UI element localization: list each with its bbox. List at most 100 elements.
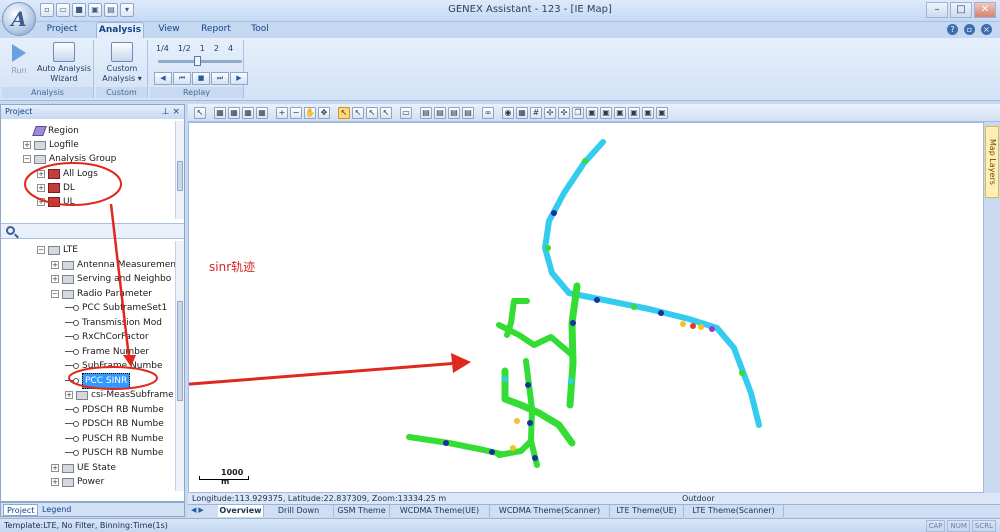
new-icon[interactable]: ▫	[40, 3, 54, 17]
custom-analysis-button[interactable]: Custom Analysis ▾	[100, 42, 144, 84]
zoom-out-icon[interactable]: −	[290, 107, 302, 119]
layer-icon[interactable]: ▤	[420, 107, 432, 119]
binoculars-icon[interactable]: ∞	[482, 107, 494, 119]
globe-icon[interactable]: ◉	[502, 107, 514, 119]
step-back-button[interactable]: ◀	[154, 72, 172, 85]
annotation-arrow	[189, 353, 471, 386]
full-extent-icon[interactable]: ✥	[318, 107, 330, 119]
scale-bar-graphic	[199, 476, 249, 480]
select-icon[interactable]: ↖	[366, 107, 378, 119]
map-tool-icon[interactable]: ▦	[242, 107, 254, 119]
select-icon[interactable]: ↖	[352, 107, 364, 119]
step-forward-button[interactable]: ▶	[230, 72, 248, 85]
tab-lte-theme-ue[interactable]: LTE Theme(UE)	[610, 505, 684, 517]
help-icon[interactable]: ?	[947, 24, 958, 35]
tab-project-panel[interactable]: Project	[3, 504, 39, 516]
save-as-icon[interactable]: ▣	[88, 3, 102, 17]
open-icon[interactable]: ▭	[56, 3, 70, 17]
tree-item-power[interactable]: + Power	[51, 475, 104, 489]
pointer-icon[interactable]: ↖	[194, 107, 206, 119]
layer-icon[interactable]: ▤	[448, 107, 460, 119]
tab-project[interactable]: Project	[40, 22, 84, 38]
select-icon[interactable]: ↖	[338, 107, 350, 119]
map-canvas[interactable]: sinr轨迹 1000 m	[188, 122, 984, 493]
replay-speed-slider-thumb[interactable]	[194, 56, 201, 66]
ribbon: Run Auto Analysis Wizard Analysis Custom…	[0, 38, 1000, 101]
close-button[interactable]: ✕	[974, 2, 996, 18]
tree-item-parameter[interactable]: PUSCH RB Numbe	[65, 446, 163, 460]
qat-dropdown-icon[interactable]: ▾	[120, 3, 134, 17]
theme-tab-nav: ◀ ▶	[191, 506, 204, 514]
wizard-icon	[53, 42, 75, 62]
window-title: GENEX Assistant - 123 - [IE Map]	[448, 4, 612, 15]
ribbon-group-custom: Custom Analysis ▾ Custom	[96, 40, 148, 98]
tree-item-ue-state[interactable]: + UE State	[51, 461, 116, 475]
tab-overview[interactable]: Overview	[218, 505, 264, 517]
tree-item-parameter[interactable]: PDSCH RB Numbe	[65, 417, 164, 431]
network-icon[interactable]: ✣	[558, 107, 570, 119]
table-icon[interactable]: ▦	[516, 107, 528, 119]
layer-icon[interactable]: ▤	[434, 107, 446, 119]
ribbon-group-analysis: Run Auto Analysis Wizard Analysis	[2, 40, 94, 98]
tree-item-parameter[interactable]: PUSCH RB Numbe	[65, 432, 163, 446]
map-tool-icon[interactable]: ▣	[656, 107, 668, 119]
route-segment	[566, 290, 720, 331]
map-tool-icon[interactable]: ▣	[628, 107, 640, 119]
theme-tabs: ◀ ▶ Overview Drill Down GSM Theme WCDMA …	[188, 504, 1000, 517]
window-restore-icon[interactable]: ▫	[964, 24, 975, 35]
measure-icon[interactable]: ▭	[400, 107, 412, 119]
last-frame-button[interactable]: ⏭	[211, 72, 229, 85]
map-tool-icon[interactable]: ▦	[214, 107, 226, 119]
map-tool-icon[interactable]: ▦	[228, 107, 240, 119]
expand-icon[interactable]: +	[51, 464, 59, 472]
zoom-in-icon[interactable]: +	[276, 107, 288, 119]
route-sample	[443, 440, 449, 446]
export-icon[interactable]: ▤	[104, 3, 118, 17]
window-close-icon[interactable]: ×	[981, 24, 992, 35]
run-button[interactable]: Run	[8, 42, 30, 76]
first-frame-button[interactable]: ⏮	[173, 72, 191, 85]
auto-analysis-wizard-button[interactable]: Auto Analysis Wizard	[34, 42, 94, 84]
tab-legend-panel[interactable]: Legend	[39, 504, 74, 516]
tab-view[interactable]: View	[152, 22, 186, 38]
tab-drill-down[interactable]: Drill Down	[264, 505, 334, 517]
pan-icon[interactable]: ✋	[304, 107, 316, 119]
route-annotation-text: sinr轨迹	[209, 260, 256, 274]
map-tool-icon[interactable]: ▣	[586, 107, 598, 119]
map-tool-icon[interactable]: ▦	[256, 107, 268, 119]
scroll-indicator: SCRL	[971, 520, 996, 532]
map-tool-icon[interactable]: ▣	[600, 107, 612, 119]
ribbon-tabs: Project Analysis View Report Tool ? ▫ ×	[0, 22, 1000, 38]
tab-wcdma-theme-ue[interactable]: WCDMA Theme(UE)	[390, 505, 490, 517]
stop-button[interactable]: ■	[192, 72, 210, 85]
tab-lte-theme-scanner[interactable]: LTE Theme(Scanner)	[684, 505, 784, 517]
route-sample	[594, 297, 600, 303]
tab-gsm-theme[interactable]: GSM Theme	[334, 505, 390, 517]
route-sample	[709, 326, 715, 332]
map-layers-tab[interactable]: Map Layers	[985, 126, 999, 198]
tab-report[interactable]: Report	[196, 22, 236, 38]
tab-tool[interactable]: Tool	[244, 22, 276, 38]
layer-icon[interactable]: ▤	[462, 107, 474, 119]
map-tool-icon[interactable]: ▣	[642, 107, 654, 119]
save-icon[interactable]: ■	[72, 3, 86, 17]
tab-wcdma-theme-scanner[interactable]: WCDMA Theme(Scanner)	[490, 505, 610, 517]
network-icon[interactable]: ✣	[544, 107, 556, 119]
prev-icon[interactable]: ◀	[191, 506, 196, 514]
tab-analysis[interactable]: Analysis	[96, 22, 144, 38]
select-icon[interactable]: ↖	[380, 107, 392, 119]
route-sample	[698, 324, 704, 330]
expand-icon[interactable]: +	[51, 478, 59, 486]
replay-speed-slider[interactable]	[158, 56, 242, 66]
grid-icon[interactable]: #	[530, 107, 542, 119]
copy-icon[interactable]: ❐	[572, 107, 584, 119]
tree-item-parameter[interactable]: PDSCH RB Numbe	[65, 403, 164, 417]
route-segment	[714, 325, 762, 428]
project-panel: Project ⊥ × Region + Logfile − Analysis …	[0, 104, 185, 502]
minimize-button[interactable]: –	[926, 2, 948, 18]
application-menu-button[interactable]: A	[2, 2, 36, 36]
maximize-button[interactable]: □	[950, 2, 972, 18]
next-icon[interactable]: ▶	[198, 506, 203, 514]
route-sample	[527, 420, 533, 426]
map-tool-icon[interactable]: ▣	[614, 107, 626, 119]
